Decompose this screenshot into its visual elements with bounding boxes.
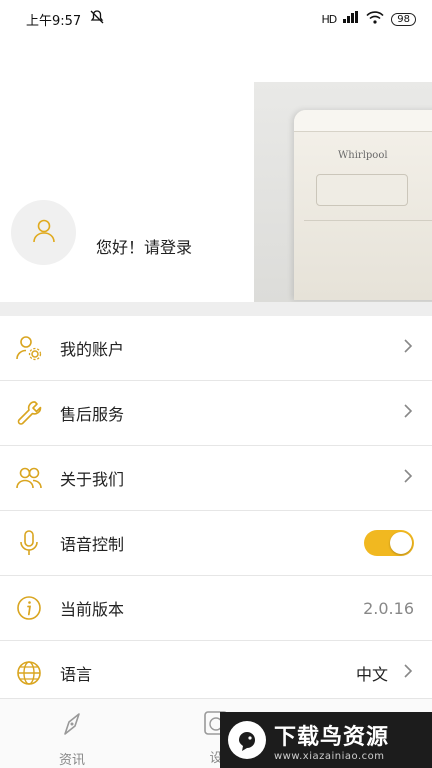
brand-logo: Whirlpool [338,150,388,161]
mute-icon [89,9,105,29]
compass-icon [57,709,87,743]
menu-label: 售后服务 [60,405,125,424]
login-link[interactable]: 您好！请登录 [96,234,192,258]
avatar[interactable] [11,200,76,265]
status-bar: 上午9:57 HD 98 [0,0,432,38]
status-time: 上午9:57 [26,13,82,29]
globe-icon [14,658,44,688]
signal-label: HD [321,12,338,26]
version-value: 2.0.16 [363,598,414,618]
watermark-overlay: 下载鸟资源 www.xiazainiao.com [220,712,432,768]
users-icon [14,463,44,493]
menu-item-version: 当前版本 2.0.16 [0,576,432,641]
menu-label: 语音控制 [60,535,125,554]
chevron-right-icon [402,467,414,489]
wifi-icon [366,10,384,28]
signal-icon [343,11,359,27]
washing-machine-image: Whirlpool [254,82,432,302]
menu-label: 我的账户 [60,340,125,359]
chevron-right-icon [402,402,414,424]
bird-logo-icon [228,721,266,759]
nav-label: 资讯 [58,753,85,768]
wrench-icon [14,398,44,428]
chevron-right-icon [402,662,414,684]
section-divider [0,302,432,316]
user-icon [31,218,57,248]
user-gear-icon [14,333,44,363]
menu-item-after-sales[interactable]: 售后服务 [0,381,432,446]
microphone-icon [14,528,44,558]
menu-item-account[interactable]: 我的账户 [0,316,432,381]
settings-menu: 我的账户 售后服务 关于我们 语音控制 当前版本 2.0.16 语言 中文 [0,316,432,706]
menu-label: 语言 [60,665,93,684]
menu-label: 关于我们 [60,470,125,489]
toggle-knob [390,532,412,554]
menu-item-about-us[interactable]: 关于我们 [0,446,432,511]
menu-item-voice-control: 语音控制 [0,511,432,576]
battery-indicator: 98 [391,12,416,26]
nav-tab-news[interactable]: 资讯 [0,699,144,768]
menu-label: 当前版本 [60,600,125,619]
washing-machine: Whirlpool [294,110,432,300]
watermark-title: 下载鸟资源 [274,724,390,750]
language-value: 中文 [355,665,388,684]
profile-header: Whirlpool 您好！请登录 [0,38,432,302]
menu-item-language[interactable]: 语言 中文 [0,641,432,706]
voice-control-toggle[interactable] [364,530,414,556]
chevron-right-icon [402,337,414,359]
info-icon [14,593,44,623]
watermark-url: www.xiazainiao.com [274,750,385,762]
